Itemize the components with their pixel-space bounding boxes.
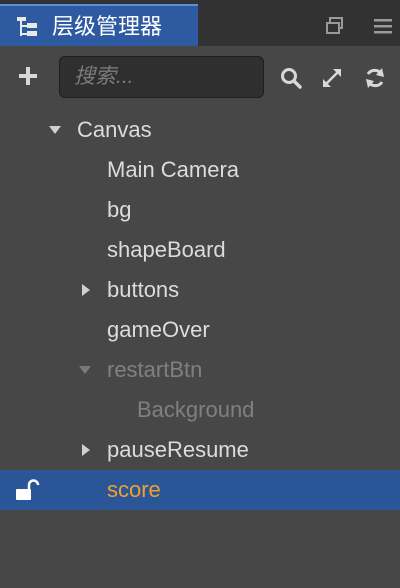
panel-tab-bar: 层级管理器 (0, 0, 400, 46)
tree-node-label: Background (137, 397, 255, 422)
tab-title: 层级管理器 (52, 14, 163, 39)
tree-node-canvas[interactable]: Canvas (0, 110, 400, 150)
search-icon[interactable] (279, 66, 303, 90)
tree-node-label: shapeBoard (107, 237, 226, 262)
expand-arrow-down-icon[interactable] (48, 123, 62, 137)
unlock-icon[interactable] (14, 478, 40, 502)
tree-node-label: restartBtn (107, 357, 203, 382)
tab-hierarchy[interactable]: 层级管理器 (0, 4, 198, 46)
tree-node-restartbtn[interactable]: restartBtn (0, 350, 400, 390)
tree-node-main-camera[interactable]: Main Camera (0, 150, 400, 190)
tree-node-shapeboard[interactable]: shapeBoard (0, 230, 400, 270)
tree-node-bg[interactable]: bg (0, 190, 400, 230)
tree-node-label: pauseResume (107, 437, 249, 462)
expand-arrow-right-icon[interactable] (79, 443, 93, 457)
search-input[interactable] (59, 56, 264, 98)
tree-node-label: buttons (107, 277, 180, 302)
menu-icon[interactable] (372, 15, 394, 37)
tree-node-background[interactable]: Background (0, 390, 400, 430)
tree-node-label: bg (107, 197, 132, 222)
tree-node-score[interactable]: score (0, 470, 400, 510)
expand-arrow-down-icon[interactable] (78, 363, 92, 377)
hierarchy-icon (17, 17, 37, 36)
tree-node-label: Canvas (77, 117, 152, 142)
add-node-icon[interactable] (16, 64, 40, 88)
tree-node-label: Main Camera (107, 157, 240, 182)
expand-all-icon[interactable] (320, 66, 344, 90)
expand-arrow-right-icon[interactable] (79, 283, 93, 297)
tree-node-label: score (107, 477, 161, 502)
tree-node-label: gameOver (107, 317, 210, 342)
refresh-icon[interactable] (363, 66, 387, 90)
tree-node-buttons[interactable]: buttons (0, 270, 400, 310)
tree-node-gameover[interactable]: gameOver (0, 310, 400, 350)
restore-window-icon[interactable] (324, 15, 346, 37)
tree-node-pauseresume[interactable]: pauseResume (0, 430, 400, 470)
